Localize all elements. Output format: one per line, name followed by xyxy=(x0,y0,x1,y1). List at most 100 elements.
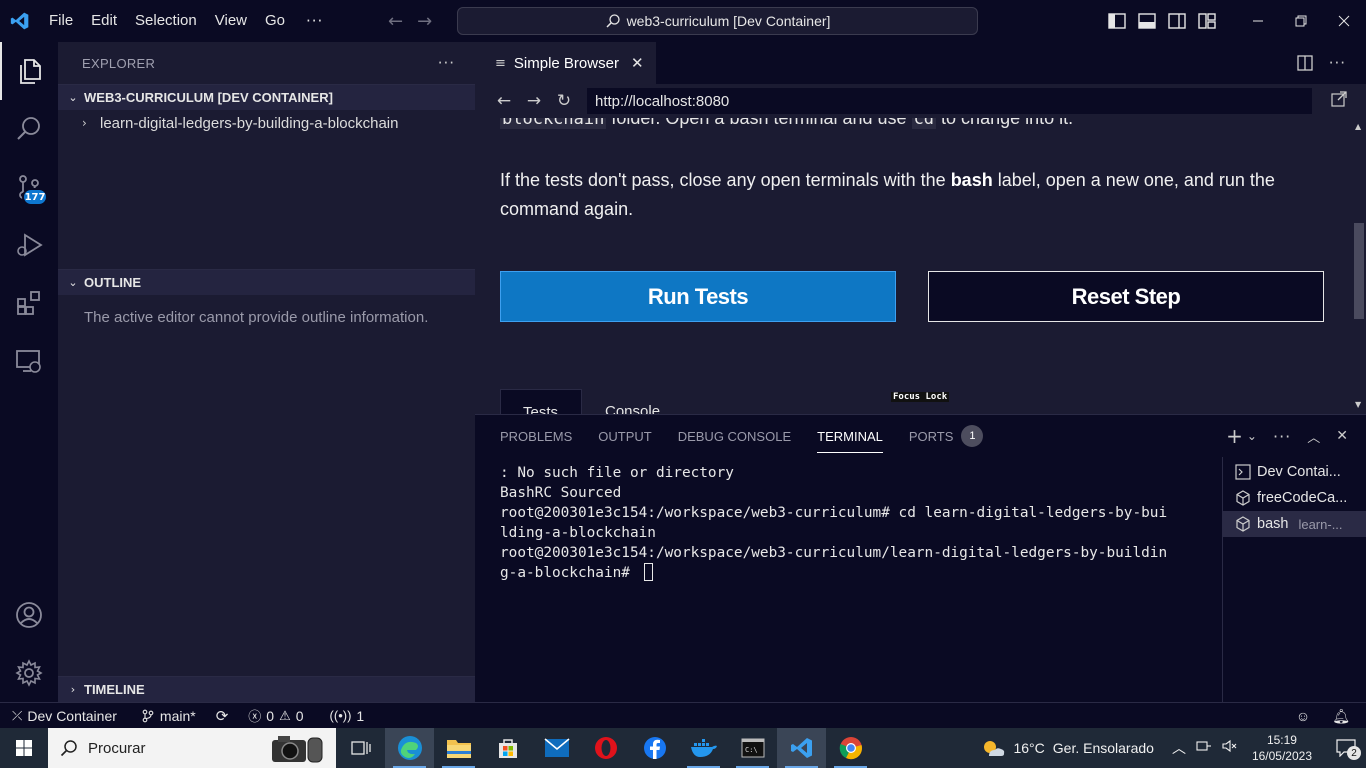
toggle-secondary-sidebar-icon[interactable] xyxy=(1168,13,1186,29)
branch-indicator[interactable]: main* xyxy=(127,703,206,729)
folder-label: learn-digital-ledgers-by-building-a-bloc… xyxy=(100,114,399,132)
toggle-primary-sidebar-icon[interactable] xyxy=(1108,13,1126,29)
close-window-button[interactable] xyxy=(1322,0,1365,42)
menu-selection[interactable]: Selection xyxy=(126,0,206,42)
terminal-line: root@200301e3c154:/workspace/web3-curric… xyxy=(500,545,1168,561)
folder-icon xyxy=(446,740,471,758)
workspace-section-header[interactable]: ⌄ WEB3-CURRICULUM [DEV CONTAINER] xyxy=(58,84,475,110)
layout-controls xyxy=(1108,0,1216,42)
problems-indicator[interactable]: ⓧ 0 ⚠ 0 xyxy=(238,703,313,729)
back-arrow-icon[interactable]: ← xyxy=(388,11,403,32)
chevron-down-icon[interactable]: ⌄ xyxy=(1247,429,1257,443)
search-view-button[interactable] xyxy=(0,100,58,158)
taskbar-terminal[interactable]: C:\ xyxy=(728,728,777,768)
customize-layout-icon[interactable] xyxy=(1198,13,1216,29)
outline-section: ⌄ OUTLINE The active editor cannot provi… xyxy=(58,269,475,326)
menu-more-button[interactable]: ··· xyxy=(294,12,335,30)
bell-icon[interactable]: 🔔︎ xyxy=(1332,708,1350,725)
explorer-view-button[interactable] xyxy=(0,42,58,100)
tab-terminal[interactable]: TERMINAL xyxy=(804,415,896,457)
taskbar-search[interactable]: Procurar xyxy=(48,728,336,768)
explorer-title: EXPLORER xyxy=(82,55,156,71)
close-panel-icon[interactable]: ✕ xyxy=(1336,428,1348,444)
menu-edit[interactable]: Edit xyxy=(82,0,126,42)
bottom-panel: PROBLEMS OUTPUT DEBUG CONSOLE TERMINAL P… xyxy=(475,414,1366,703)
tab-console[interactable]: Console xyxy=(605,403,660,414)
error-icon: ⓧ xyxy=(248,709,262,724)
history-navigation: ← → xyxy=(388,0,432,42)
menu-view[interactable]: View xyxy=(206,0,256,42)
panel-more-button[interactable]: ··· xyxy=(1273,427,1291,446)
weather-widget[interactable]: 16°C Ger. Ensolarado xyxy=(981,738,1171,758)
start-button[interactable] xyxy=(0,728,48,768)
restore-button[interactable] xyxy=(1279,0,1322,42)
ports-indicator[interactable]: ((•)) 1 xyxy=(314,703,375,729)
taskbar-file-explorer[interactable] xyxy=(434,728,483,768)
reload-icon[interactable]: ↻ xyxy=(555,91,573,111)
menu-go[interactable]: Go xyxy=(256,0,294,42)
taskbar-vscode[interactable] xyxy=(777,728,826,768)
close-tab-icon[interactable]: ✕ xyxy=(631,54,644,72)
notification-center-button[interactable]: 2 xyxy=(1326,728,1366,768)
forward-arrow-icon[interactable]: → xyxy=(417,11,432,32)
browser-forward-icon[interactable]: → xyxy=(525,91,543,111)
url-input[interactable]: http://localhost:8080 xyxy=(587,88,1312,114)
tree-item-folder[interactable]: › learn-digital-ledgers-by-building-a-bl… xyxy=(58,110,475,136)
clock[interactable]: 15:19 16/05/2023 xyxy=(1252,732,1326,764)
tab-ports-label: PORTS xyxy=(908,428,954,444)
terminal-item-bash[interactable]: bash learn-... xyxy=(1223,511,1366,537)
menu-file[interactable]: File xyxy=(40,0,82,42)
outline-section-header[interactable]: ⌄ OUTLINE xyxy=(58,269,475,295)
explorer-more-button[interactable]: ··· xyxy=(438,54,455,72)
scroll-down-icon[interactable]: ▼ xyxy=(1355,400,1361,409)
taskbar-docker[interactable] xyxy=(679,728,728,768)
toggle-panel-icon[interactable] xyxy=(1138,13,1156,29)
terminal-output[interactable]: : No such file or directory BashRC Source… xyxy=(500,463,1220,583)
sync-button[interactable]: ⟳ xyxy=(206,703,239,729)
tab-problems[interactable]: PROBLEMS xyxy=(487,415,585,457)
editor-more-button[interactable]: ··· xyxy=(1329,54,1346,72)
browser-back-icon[interactable]: ← xyxy=(495,91,513,111)
tab-simple-browser[interactable]: ≡ Simple Browser ✕ xyxy=(475,42,656,84)
cube-icon xyxy=(1236,490,1250,506)
taskbar-opera[interactable] xyxy=(581,728,630,768)
volume-muted-icon[interactable] xyxy=(1222,739,1238,757)
terminal-item-freecodecamp[interactable]: freeCodeCa... xyxy=(1223,485,1366,511)
tab-output[interactable]: OUTPUT xyxy=(585,415,664,457)
run-debug-view-button[interactable] xyxy=(0,216,58,274)
taskbar-mail[interactable] xyxy=(532,728,581,768)
minimize-button[interactable] xyxy=(1236,0,1279,42)
feedback-icon[interactable]: ☺ xyxy=(1296,708,1310,724)
accounts-button[interactable] xyxy=(0,586,58,644)
instruction-text-end: to change into it. xyxy=(936,118,1074,128)
tab-tests[interactable]: Tests xyxy=(500,389,582,414)
maximize-panel-icon[interactable]: ︿ xyxy=(1307,427,1320,446)
taskbar-facebook[interactable] xyxy=(630,728,679,768)
terminal-item-dev-container[interactable]: Dev Contai... xyxy=(1223,459,1366,485)
command-center[interactable]: web3-curriculum [Dev Container] xyxy=(457,7,978,35)
reset-step-button[interactable]: Reset Step xyxy=(928,271,1324,322)
tab-debug-console[interactable]: DEBUG CONSOLE xyxy=(665,415,804,457)
taskbar-chrome[interactable] xyxy=(826,728,875,768)
manage-settings-button[interactable] xyxy=(0,644,58,702)
taskbar-store[interactable] xyxy=(483,728,532,768)
tray-icons: ︿ xyxy=(1172,738,1252,758)
scroll-thumb[interactable] xyxy=(1354,223,1364,319)
source-control-view-button[interactable]: 177 xyxy=(0,158,58,216)
timeline-section-header[interactable]: › TIMELINE xyxy=(58,676,475,702)
network-icon[interactable] xyxy=(1196,739,1212,757)
split-editor-icon[interactable] xyxy=(1297,55,1313,71)
page-scrollbar[interactable]: ▲ ▼ xyxy=(1352,118,1366,414)
remote-indicator[interactable]: ⤫ Dev Container xyxy=(0,703,127,729)
scroll-up-icon[interactable]: ▲ xyxy=(1355,122,1361,131)
chevron-up-icon[interactable]: ︿ xyxy=(1172,738,1186,758)
open-external-icon[interactable] xyxy=(1330,90,1348,112)
remote-explorer-view-button[interactable] xyxy=(0,332,58,390)
tab-ports[interactable]: PORTS 1 xyxy=(896,415,997,457)
run-tests-button[interactable]: Run Tests xyxy=(500,271,896,322)
extensions-view-button[interactable] xyxy=(0,274,58,332)
new-terminal-icon[interactable]: + xyxy=(1226,424,1243,448)
taskbar-edge[interactable] xyxy=(385,728,434,768)
terminal-cursor xyxy=(643,563,653,581)
task-view-button[interactable] xyxy=(336,728,385,768)
